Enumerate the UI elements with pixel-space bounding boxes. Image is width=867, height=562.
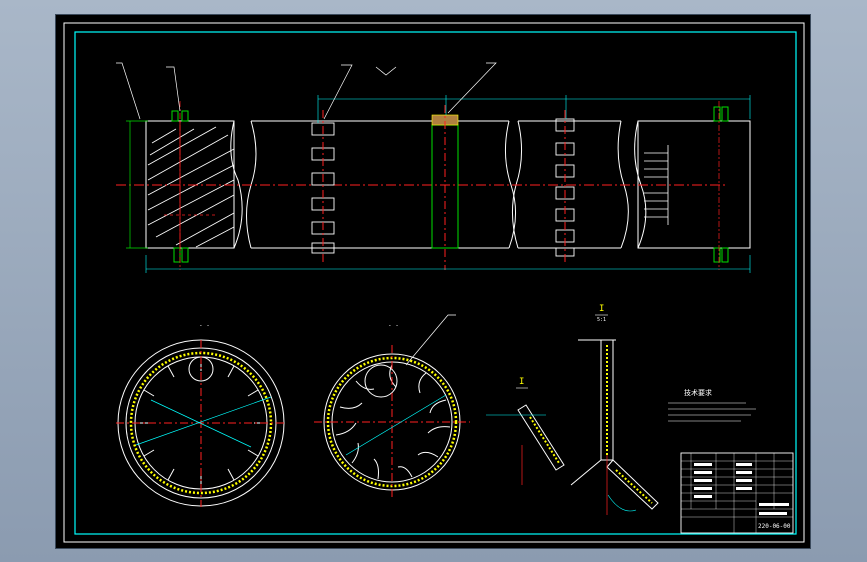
- cs1-diameter-dimension: [135, 396, 272, 446]
- break-line-5: [617, 120, 629, 249]
- left-shell-segment: [145, 120, 235, 249]
- detail-large-leg-weld: [615, 469, 653, 504]
- technical-requirements: 技术要求: [668, 388, 756, 422]
- detail-view-large: I: [570, 304, 659, 515]
- spiral-hatch: [147, 126, 235, 248]
- top-dimension-chain: [317, 95, 751, 123]
- inner-frame: [74, 31, 797, 535]
- cad-drawing: - - - - I I 技术要求 220-06-00 5:1: [63, 22, 805, 543]
- detail-large-label: I: [599, 304, 604, 314]
- cross-section-1: - -: [116, 322, 286, 507]
- nozzle-stubs: [171, 106, 729, 263]
- slot-column-2: [555, 118, 575, 257]
- break-line-2: [246, 120, 257, 249]
- cs1-section-label: - -: [199, 322, 210, 329]
- detail-small-label: I: [519, 377, 524, 387]
- bottom-dimension-chain: [145, 255, 751, 273]
- cad-drawing-viewport[interactable]: - - - - I I 技术要求 220-06-00 5:1: [55, 14, 811, 549]
- break-line-6: [634, 120, 647, 249]
- longitudinal-section-view: [116, 62, 751, 273]
- tech-req-lines: [668, 402, 756, 422]
- detail-large-angle-dimension: [607, 494, 637, 512]
- break-line-4: [511, 120, 523, 249]
- cs2-section-label: - -: [388, 322, 399, 329]
- cross-section-2: - -: [314, 314, 470, 500]
- detail-small-weld: [529, 416, 560, 464]
- parts-list-cell-fills: [694, 463, 789, 515]
- detail-large-left-leg: [570, 459, 602, 486]
- detail-view-small: I: [486, 377, 565, 485]
- overall-height-dimension: [126, 120, 148, 249]
- right-shell-segment: [637, 120, 751, 249]
- detail-scale-label: 5:1: [597, 317, 606, 323]
- break-line-1: [230, 120, 243, 249]
- title-block: 220-06-00: [680, 452, 794, 534]
- tech-req-title: 技术要求: [684, 388, 712, 397]
- drawing-date-code: 220-06-00: [758, 523, 791, 530]
